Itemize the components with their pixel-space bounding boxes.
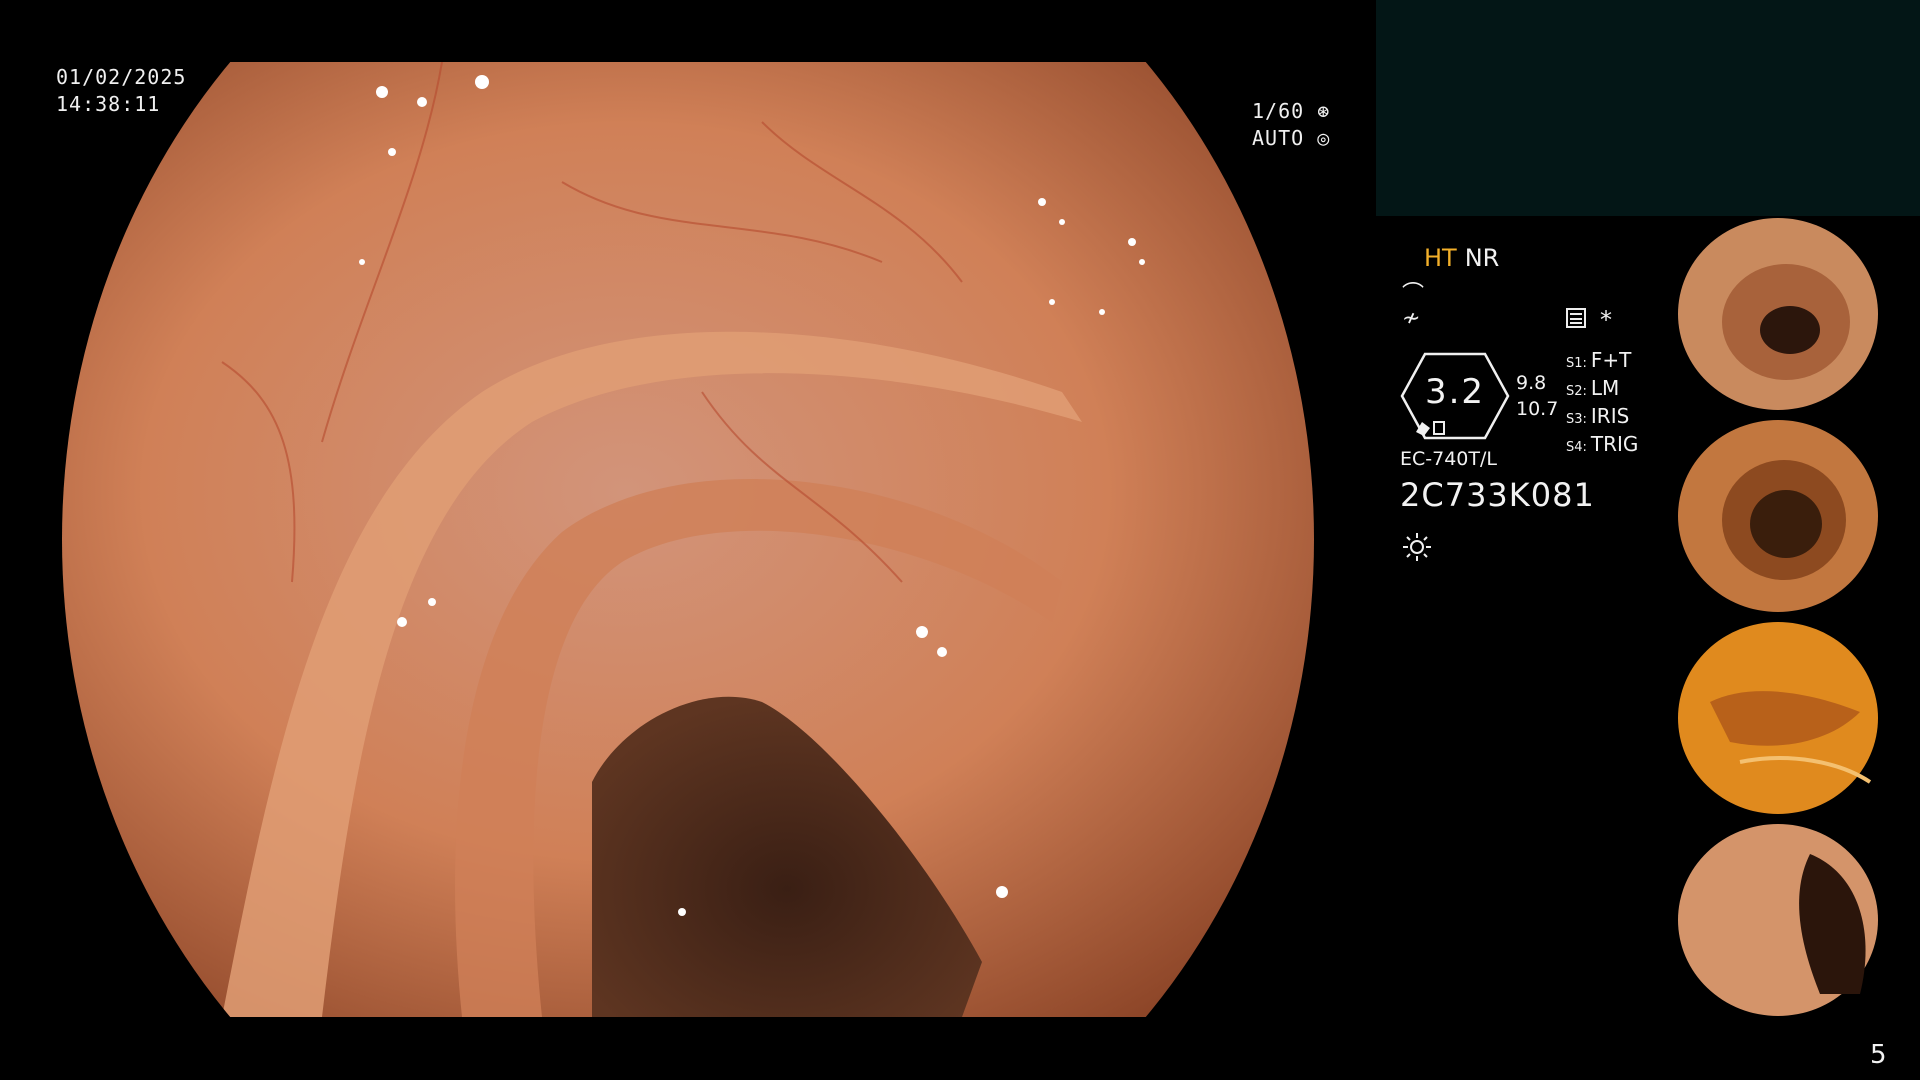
date-text: 01/02/2025	[56, 65, 187, 89]
zoom-value: 3.2	[1424, 372, 1486, 412]
mode-nr-label: NR	[1464, 244, 1500, 272]
time-text: 14:38:11	[56, 92, 161, 116]
thumbnail-4-image	[1670, 824, 1920, 1016]
setting-s1: S1: F+T	[1566, 348, 1632, 372]
mode-ht-label: HT	[1424, 244, 1457, 272]
scope-serial: 2C733K081	[1400, 476, 1595, 514]
zoom-side-top: 9.8	[1516, 372, 1547, 394]
thumbnail-4[interactable]	[1670, 824, 1920, 1016]
scope-model: EC-740T/L	[1400, 448, 1497, 470]
date-time-readout: 01/02/2025 14:38:11	[56, 64, 186, 118]
setting-s4: S4: TRIG	[1566, 432, 1639, 456]
setting-s3: S3: IRIS	[1566, 404, 1630, 428]
zoom-side-values: 9.8 10.7	[1516, 370, 1558, 422]
enhance-icon: ≁	[1402, 306, 1421, 331]
thumbnail-1-image	[1670, 218, 1920, 410]
thumbnail-3[interactable]	[1670, 622, 1920, 814]
main-view-image	[62, 62, 1314, 1017]
thumbnail-1[interactable]	[1670, 218, 1920, 410]
zoom-side-bottom: 10.7	[1516, 398, 1559, 420]
exposure-readout: 1/60 ⊛ AUTO ◎	[1252, 98, 1330, 152]
thumbnail-2[interactable]	[1670, 420, 1920, 612]
iris-mode-text: AUTO	[1252, 126, 1305, 150]
iris-icon: ◎	[1304, 126, 1331, 150]
endoscope-main-view	[62, 62, 1314, 1017]
sun-icon	[1403, 533, 1431, 561]
shutter-text: 1/60	[1252, 99, 1305, 123]
scope-button-settings: S1: F+T S2: LM S3: IRIS S4: TRIG	[1566, 348, 1638, 460]
capture-thumbnails	[1670, 214, 1920, 1016]
contrast-curve-icon: ⌒	[1402, 282, 1425, 307]
record-icon	[1566, 308, 1586, 328]
mode-indicators: HT NR	[1424, 244, 1499, 272]
setting-s2: S2: LM	[1566, 376, 1620, 400]
top-right-panel	[1376, 0, 1920, 216]
thumbnail-3-image	[1670, 622, 1920, 814]
shutter-icon: ⊛	[1304, 99, 1331, 123]
star-symbol: *	[1600, 306, 1612, 334]
page-number: 5	[1870, 1040, 1887, 1070]
thumbnail-2-image	[1670, 420, 1920, 612]
